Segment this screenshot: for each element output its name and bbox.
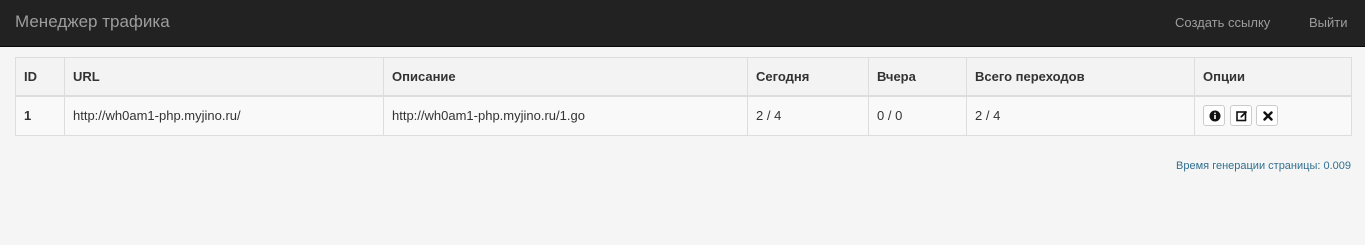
col-header-today: Сегодня [747,57,869,97]
cell-description: http://wh0am1-php.myjino.ru/1.go [383,95,748,136]
edit-icon [1235,111,1247,122]
cell-url: http://wh0am1-php.myjino.ru/ [64,95,384,136]
info-button[interactable] [1203,105,1225,127]
col-header-options: Опции [1194,57,1352,97]
col-header-yesterday: Вчера [868,57,967,97]
delete-icon [1263,111,1273,121]
brand-link[interactable]: Менеджер трафика [15,12,170,32]
info-icon [1209,110,1221,122]
page-generation-time: Время генерации страницы: 0.009 [1176,160,1351,172]
table-row: 1 http://wh0am1-php.myjino.ru/ http://wh… [15,95,1352,136]
delete-button[interactable] [1256,105,1279,127]
cell-yesterday: 0 / 0 [868,95,967,136]
col-header-id: ID [15,57,65,97]
table-header-row: ID URL Описание Сегодня Вчера Всего пере… [15,57,1352,97]
cell-id: 1 [15,95,65,136]
edit-button[interactable] [1229,105,1252,127]
cell-total: 2 / 4 [966,95,1195,136]
cell-today: 2 / 4 [747,95,869,136]
cell-options [1194,95,1352,136]
create-link-button[interactable]: Создать ссылку [1175,14,1270,31]
col-header-total: Всего переходов [966,57,1195,97]
logout-link[interactable]: Выйти [1309,14,1348,31]
col-header-description: Описание [383,57,748,97]
col-header-url: URL [64,57,384,97]
top-navbar: Менеджер трафика Создать ссылку Выйти [0,0,1365,47]
links-table: ID URL Описание Сегодня Вчера Всего пере… [15,57,1352,136]
